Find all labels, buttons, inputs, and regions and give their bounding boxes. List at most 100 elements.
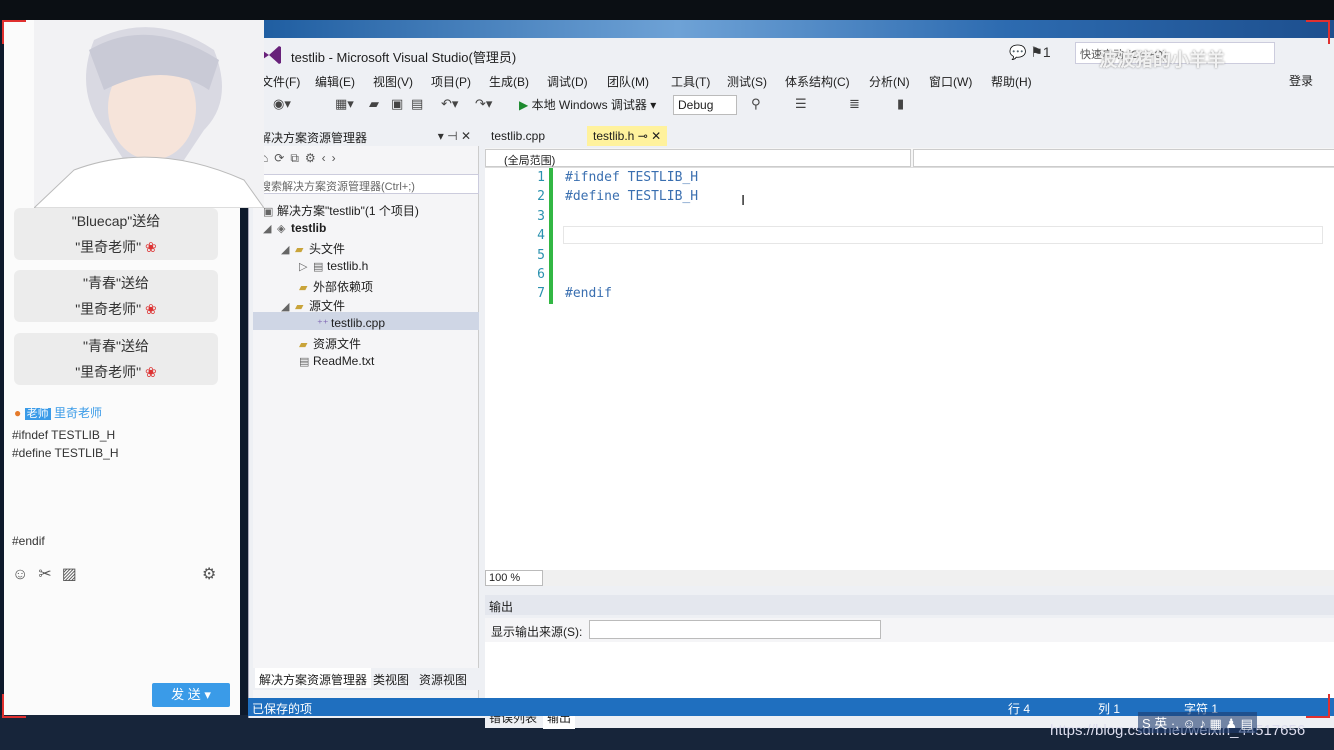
find-icon[interactable]: ⚲ xyxy=(751,96,761,112)
configuration-select[interactable]: Debug xyxy=(673,95,737,115)
solution-explorer-title: 解决方案资源管理器 xyxy=(259,131,368,145)
menu-architecture[interactable]: 体系结构(C) xyxy=(785,73,850,90)
change-indicator xyxy=(549,168,553,304)
tree-external-deps[interactable]: ▰ 外部依赖项 xyxy=(299,278,373,295)
send-label: 发 送 xyxy=(171,687,201,702)
chat-line: #ifndef TESTLIB_H xyxy=(12,428,116,442)
menu-tools[interactable]: 工具(T) xyxy=(671,73,710,90)
tree-sources-folder[interactable]: ◢ ▰ 源文件 xyxy=(281,297,345,314)
tab-testlib-cpp[interactable]: testlib.cpp xyxy=(485,126,551,146)
indent-icon[interactable]: ☰ xyxy=(795,96,807,112)
teacher-name[interactable]: 里奇老师 xyxy=(54,406,102,420)
chat-line: #define TESTLIB_H xyxy=(12,446,119,460)
scope-select[interactable]: (全局范围) xyxy=(485,149,911,167)
line-number: 2 xyxy=(537,189,545,204)
tree-testlib-cpp[interactable]: ⁺⁺ testlib.cpp xyxy=(317,316,385,330)
user-avatar-icon: ● xyxy=(14,406,22,420)
tree-solution[interactable]: ▣ 解决方案"testlib"(1 个项目) xyxy=(263,202,419,219)
code-editor[interactable]: 1 2 3 4 5 6 7 #ifndef TESTLIB_H #define … xyxy=(485,168,1334,570)
play-icon: ▶ xyxy=(519,98,529,112)
menu-help[interactable]: 帮助(H) xyxy=(991,73,1032,90)
menu-analyze[interactable]: 分析(N) xyxy=(869,73,910,90)
image-icon[interactable]: ▨ xyxy=(62,566,87,583)
feedback-icon[interactable]: 💬 ⚑1 xyxy=(1009,44,1051,61)
output-source-select[interactable] xyxy=(589,620,881,639)
file-label: testlib.h xyxy=(327,259,369,273)
navigation-bar: (全局范围) xyxy=(485,148,1334,168)
start-debugging-button[interactable]: ▶ 本地 Windows 调试器 ▾ xyxy=(519,96,656,113)
sync-icon[interactable]: ⟳ xyxy=(274,151,290,165)
output-body[interactable] xyxy=(485,642,1334,706)
gift-message: "青春"送给 "里奇老师" ❀ xyxy=(14,270,218,322)
gift-line: "青春"送给 xyxy=(83,338,149,354)
menu-project[interactable]: 项目(P) xyxy=(431,73,471,90)
menu-team[interactable]: 团队(M) xyxy=(607,73,649,90)
tree-testlib-h[interactable]: ▷ ▤ testlib.h xyxy=(299,259,368,273)
menu-debug[interactable]: 调试(D) xyxy=(547,73,588,90)
code-line: #ifndef TESTLIB_H xyxy=(565,170,699,185)
menu-build[interactable]: 生成(B) xyxy=(489,73,529,90)
gift-message: "Bluecap"送给 "里奇老师" ❀ xyxy=(14,208,218,260)
chevron-down-icon[interactable]: ▾ xyxy=(204,687,211,702)
undo-icon[interactable]: ↶▾ xyxy=(441,96,458,112)
solution-label: 解决方案"testlib"(1 个项目) xyxy=(277,204,419,218)
collapse-icon[interactable]: ⧉ xyxy=(290,151,305,165)
save-icon[interactable]: ▣ xyxy=(391,96,403,112)
gift-line: "Bluecap"送给 xyxy=(71,213,161,229)
bookmark-icon[interactable]: ▮ xyxy=(897,96,904,112)
tab-solution-explorer[interactable]: 解决方案资源管理器 xyxy=(255,668,372,688)
comment-icon[interactable]: ≣ xyxy=(849,96,860,112)
save-all-icon[interactable]: ▤ xyxy=(411,96,423,112)
menu-file[interactable]: 文件(F) xyxy=(261,73,300,90)
tree-readme[interactable]: ▤ ReadMe.txt xyxy=(299,354,374,368)
properties-icon[interactable]: ⚙ xyxy=(305,151,322,165)
top-strip xyxy=(0,0,1334,20)
menu-test[interactable]: 测试(S) xyxy=(727,73,767,90)
zoom-select[interactable]: 100 % xyxy=(485,570,543,586)
tab-testlib-h[interactable]: testlib.h ⊸ ✕ xyxy=(587,126,668,146)
emoji-icon[interactable]: ☺ xyxy=(12,566,38,583)
tree-headers-folder[interactable]: ◢ ▰ 头文件 xyxy=(281,240,345,257)
gift-recipient: "里奇老师" xyxy=(75,239,142,255)
tree-resources-folder[interactable]: ▰ 资源文件 xyxy=(299,335,361,352)
tab-class-view[interactable]: 类视图 xyxy=(373,671,409,688)
scissors-icon[interactable]: ✂ xyxy=(38,566,61,583)
live-stream-panel: "Bluecap"送给 "里奇老师" ❀ "青春"送给 "里奇老师" ❀ "青春… xyxy=(4,20,264,715)
gift-line: "青春"送给 xyxy=(83,275,149,291)
send-button[interactable]: 发 送 ▾ xyxy=(152,683,230,707)
expand-arrow-icon: ◢ xyxy=(281,301,290,313)
code-view-icon[interactable]: ‹› xyxy=(322,151,342,165)
settings-icon[interactable]: ⚙ xyxy=(202,564,226,584)
pin-close-icons[interactable]: ▾ ⊣ ✕ xyxy=(438,129,471,143)
tree-project[interactable]: ◢ ◈ testlib xyxy=(263,221,326,235)
rose-icon: ❀ xyxy=(145,364,157,380)
notification-count: 1 xyxy=(1042,44,1051,60)
capture-corner xyxy=(2,20,26,44)
output-title: 输出 xyxy=(489,600,514,614)
status-text: 已保存的项 xyxy=(252,702,313,716)
capture-corner xyxy=(2,694,26,718)
project-label: testlib xyxy=(291,221,327,235)
header-file-icon: ▤ xyxy=(313,261,324,273)
pin-icon[interactable]: ⊸ xyxy=(638,129,648,143)
line-number: 1 xyxy=(537,170,545,185)
redo-icon[interactable]: ↷▾ xyxy=(475,96,492,112)
solution-explorer-header: 解决方案资源管理器 ▾ ⊣ ✕ xyxy=(253,126,479,146)
member-select[interactable] xyxy=(913,149,1334,167)
close-icon[interactable]: ✕ xyxy=(651,129,661,143)
back-icon[interactable]: ◉▾ xyxy=(273,96,291,112)
current-line-highlight xyxy=(563,226,1323,244)
new-project-icon[interactable]: ▦▾ xyxy=(335,96,354,112)
menu-edit[interactable]: 编辑(E) xyxy=(315,73,355,90)
rose-icon: ❀ xyxy=(145,239,157,255)
ime-toolbar[interactable]: S 英 ·, ☺ ♪ ▦ ♟ ▤ xyxy=(1138,712,1257,733)
menu-view[interactable]: 视图(V) xyxy=(373,73,413,90)
tab-resource-view[interactable]: 资源视图 xyxy=(419,671,467,688)
chat-line: #endif xyxy=(12,534,45,548)
menu-window[interactable]: 窗口(W) xyxy=(929,73,972,90)
open-icon[interactable]: ▰ xyxy=(369,96,379,112)
chat-toolbar: ☺✂▨ ⚙ xyxy=(12,564,216,584)
gift-message: "青春"送给 "里奇老师" ❀ xyxy=(14,333,218,385)
solution-search-input[interactable]: 搜索解决方案资源管理器(Ctrl+;) xyxy=(253,174,479,194)
menu-bar: 文件(F) 编辑(E) 视图(V) 项目(P) 生成(B) 调试(D) 团队(M… xyxy=(249,70,1334,92)
